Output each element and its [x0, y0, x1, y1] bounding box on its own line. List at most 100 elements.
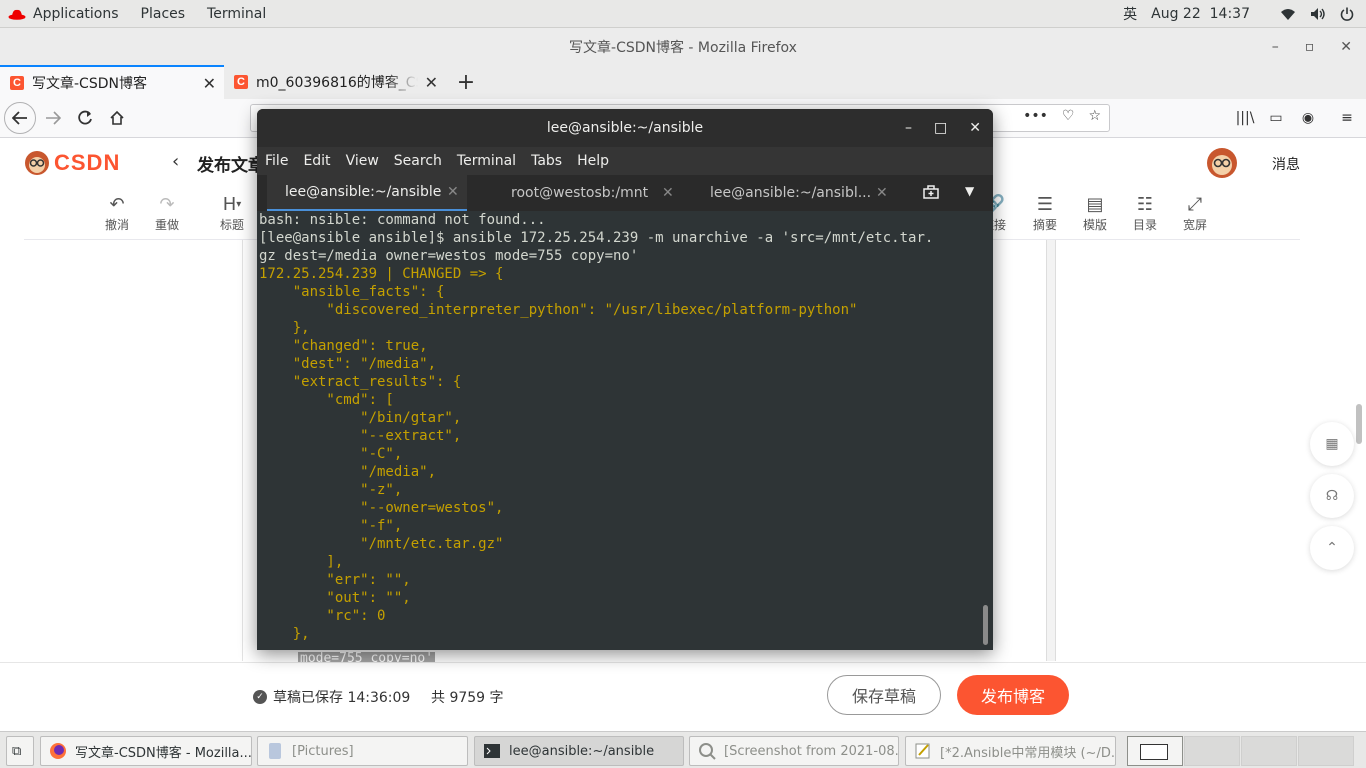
- save-draft-button[interactable]: 保存草稿: [827, 675, 941, 715]
- menu-view[interactable]: View: [346, 153, 379, 169]
- tab-label: 写文章-CSDN博客: [32, 76, 147, 92]
- taskbar-item-label: [Pictures]: [292, 743, 354, 759]
- messages-link[interactable]: 消息: [1272, 154, 1300, 174]
- summary-icon: ☰: [1036, 193, 1054, 215]
- terminal-tab-root-westosb[interactable]: root@westosb:/mnt ✕: [511, 175, 681, 211]
- show-desktop-button[interactable]: ⧉: [6, 736, 34, 766]
- forward-arrow-icon: [46, 111, 61, 125]
- taskbar-item-terminal[interactable]: lee@ansible:~/ansible: [474, 736, 684, 766]
- wifi-icon[interactable]: [1280, 7, 1296, 21]
- template-button[interactable]: ▤ 模版: [1075, 192, 1115, 233]
- terminal-maximize-icon[interactable]: □: [934, 120, 947, 136]
- back-to-top-icon: ⌃: [1326, 540, 1338, 556]
- firefox-title-bar: 写文章-CSDN博客 - Mozilla Firefox – ▫ ✕: [0, 28, 1366, 65]
- workspace-2[interactable]: [1184, 736, 1240, 766]
- taskbar-item-pictures[interactable]: [Pictures]: [257, 736, 468, 766]
- workspace-3[interactable]: [1241, 736, 1297, 766]
- avatar[interactable]: [1206, 147, 1238, 179]
- tab-close-icon[interactable]: ✕: [425, 73, 438, 92]
- csdn-logo-text: CSDN: [54, 150, 121, 175]
- close-icon[interactable]: ✕: [1340, 39, 1352, 55]
- back-to-top-button[interactable]: ⌃: [1310, 526, 1354, 570]
- csdn-logo[interactable]: CSDN: [24, 150, 120, 176]
- menu-help[interactable]: Help: [577, 153, 609, 169]
- terminal-tab-lee-ansible-2[interactable]: lee@ansible:~/ansibl... ✕: [710, 175, 900, 211]
- template-label: 模版: [1082, 218, 1107, 232]
- page-scrollbar[interactable]: [1356, 404, 1362, 444]
- terminal-tabs-menu-icon[interactable]: ▼: [965, 184, 974, 198]
- terminal-close-icon[interactable]: ✕: [969, 120, 981, 136]
- tab-close-icon[interactable]: ✕: [203, 74, 216, 93]
- places-menu[interactable]: Places: [130, 6, 197, 22]
- menu-button[interactable]: ≡: [1332, 103, 1362, 133]
- support-button[interactable]: ☊: [1310, 474, 1354, 518]
- power-icon[interactable]: [1340, 7, 1354, 21]
- tab-blog[interactable]: C m0_60396816的博客_CSDN博客 ✕: [224, 65, 446, 99]
- summary-button[interactable]: ☰ 摘要: [1025, 192, 1065, 233]
- terminal-title-bar[interactable]: lee@ansible:~/ansible – □ ✕: [257, 109, 993, 147]
- sidebar-button[interactable]: ▭: [1261, 103, 1291, 133]
- terminal-minimize-icon[interactable]: –: [905, 120, 912, 136]
- new-tab-button[interactable]: +: [446, 65, 486, 99]
- library-icon: |||\: [1235, 110, 1255, 126]
- terminal-scrollbar[interactable]: [983, 605, 988, 645]
- terminal-output[interactable]: bash: nsible: command not found... [lee@a…: [257, 211, 993, 650]
- tab-close-icon[interactable]: ✕: [447, 184, 459, 200]
- home-button[interactable]: [102, 103, 132, 133]
- heading-button[interactable]: H ▾ 标题: [212, 192, 252, 233]
- window-title: 写文章-CSDN博客 - Mozilla Firefox: [569, 39, 797, 56]
- back-chevron-icon[interactable]: ‹: [172, 151, 179, 172]
- toc-button[interactable]: ☷ 目录: [1125, 192, 1165, 233]
- clock[interactable]: Aug 22 14:37: [1151, 6, 1250, 22]
- tab-write-article[interactable]: C 写文章-CSDN博客 ✕: [0, 65, 224, 99]
- applications-menu[interactable]: Applications: [22, 6, 130, 22]
- taskbar-item-screenshot[interactable]: [Screenshot from 2021-08...: [689, 736, 899, 766]
- csdn-favicon-icon: C: [10, 76, 24, 90]
- menu-search[interactable]: Search: [394, 153, 442, 169]
- menu-edit[interactable]: Edit: [303, 153, 330, 169]
- back-button[interactable]: [4, 102, 36, 134]
- input-method-indicator[interactable]: 英: [1123, 4, 1137, 24]
- pocket-icon[interactable]: ♡: [1062, 108, 1075, 124]
- redo-button[interactable]: ↷ 重做: [147, 192, 187, 233]
- taskbar-item-editor[interactable]: [*2.Ansible中常用模块 (~/D...: [905, 736, 1116, 766]
- toc-label: 目录: [1132, 218, 1157, 232]
- workspace-4[interactable]: [1298, 736, 1354, 766]
- account-icon: ◉: [1301, 110, 1315, 126]
- account-button[interactable]: ◉: [1293, 103, 1323, 133]
- volume-icon[interactable]: [1310, 7, 1326, 21]
- reload-icon: [78, 110, 92, 125]
- heading-icon: H ▾: [222, 193, 242, 215]
- forward-button[interactable]: [38, 103, 68, 133]
- terminal-line: "out": "",: [259, 590, 411, 606]
- tab-close-icon[interactable]: ✕: [876, 185, 888, 201]
- menu-terminal[interactable]: Terminal: [457, 153, 516, 169]
- workspace-1[interactable]: [1127, 736, 1183, 766]
- qrcode-icon: ▦: [1325, 436, 1339, 452]
- maximize-icon[interactable]: ▫: [1305, 39, 1315, 55]
- taskbar-item-firefox[interactable]: 写文章-CSDN博客 - Mozilla...: [40, 736, 252, 766]
- menu-tabs[interactable]: Tabs: [531, 153, 562, 169]
- tab-close-icon[interactable]: ✕: [662, 185, 674, 201]
- editor-footer: ✓ 草稿已保存 14:36:09 共 9759 字 保存草稿 发布博客: [0, 662, 1366, 730]
- menu-file[interactable]: File: [265, 153, 288, 169]
- editor-preview-divider[interactable]: [1046, 240, 1056, 661]
- widescreen-button[interactable]: ⤢ 宽屏: [1175, 192, 1215, 233]
- save-status: ✓ 草稿已保存 14:36:09: [253, 687, 410, 707]
- new-terminal-tab-icon[interactable]: [923, 184, 939, 204]
- terminal-line: "discovered_interpreter_python": "/usr/l…: [259, 302, 858, 318]
- undo-button[interactable]: ↶ 撤消: [97, 192, 137, 233]
- terminal-line: "rc": 0: [259, 608, 386, 624]
- terminal-window[interactable]: lee@ansible:~/ansible – □ ✕ File Edit Vi…: [257, 109, 993, 650]
- terminal-tab-label: lee@ansible:~/ansible: [285, 184, 442, 200]
- page-actions-icon[interactable]: •••: [1023, 108, 1048, 124]
- qrcode-button[interactable]: ▦: [1310, 422, 1354, 466]
- reload-button[interactable]: [70, 103, 100, 133]
- terminal-app-menu[interactable]: Terminal: [196, 6, 277, 22]
- terminal-tab-lee-ansible[interactable]: lee@ansible:~/ansible ✕: [267, 175, 467, 211]
- minimize-icon[interactable]: –: [1272, 39, 1279, 55]
- library-button[interactable]: |||\: [1230, 103, 1260, 133]
- publish-button[interactable]: 发布博客: [957, 675, 1069, 715]
- bookmark-star-icon[interactable]: ☆: [1088, 108, 1101, 124]
- terminal-tab-bar: lee@ansible:~/ansible ✕ root@westosb:/mn…: [257, 175, 993, 211]
